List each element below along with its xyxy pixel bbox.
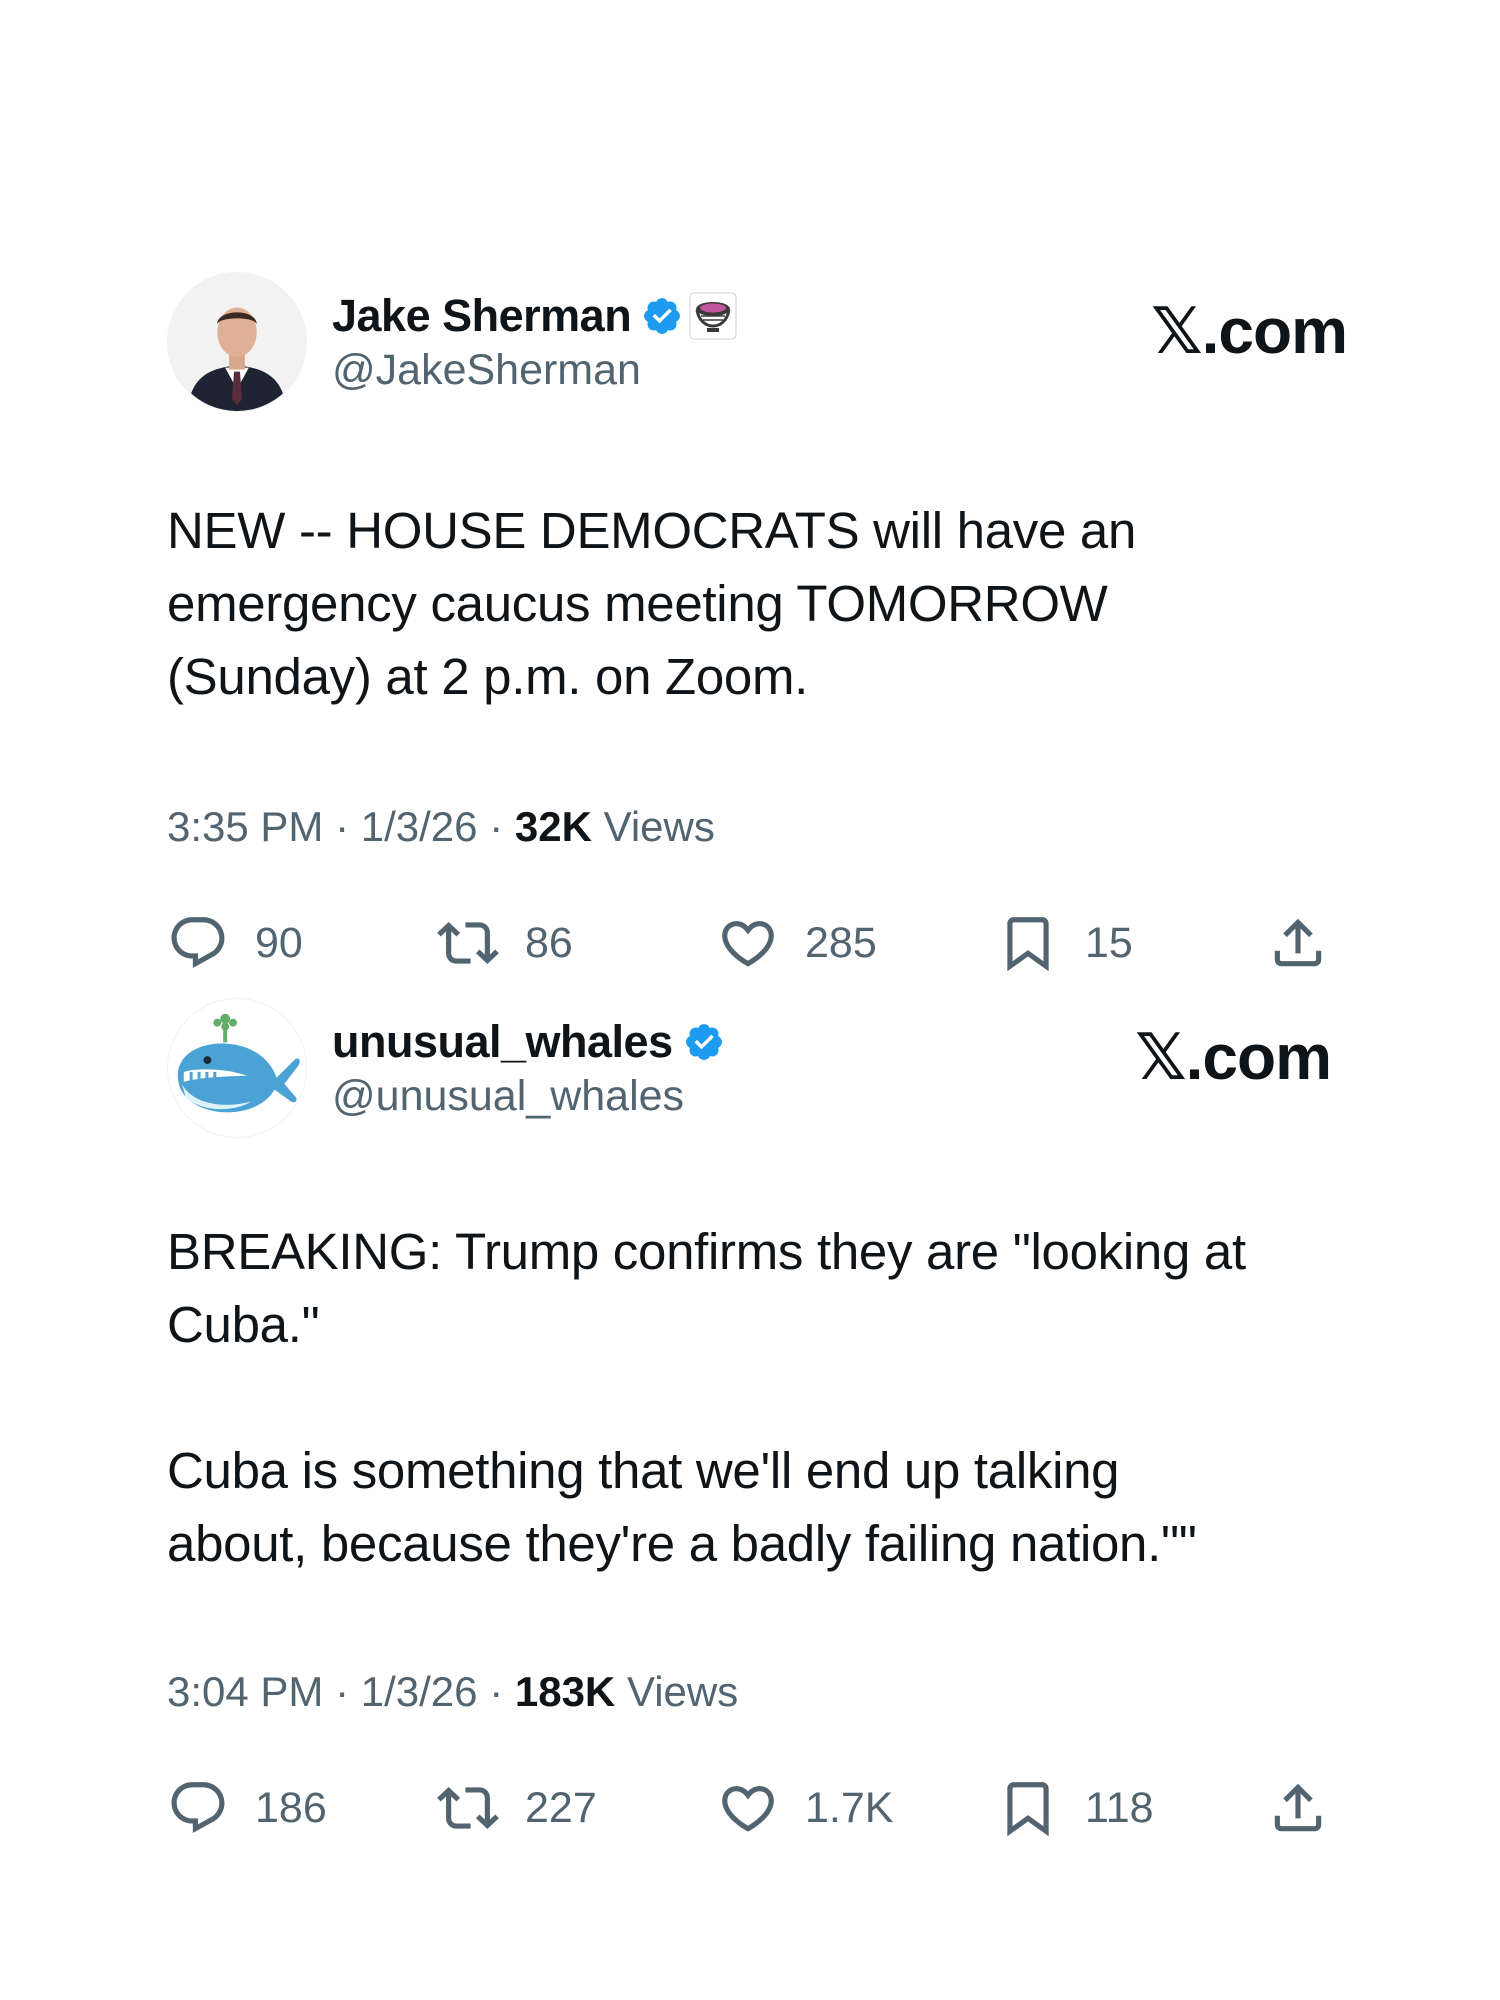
bookmark-button[interactable]: 15 bbox=[997, 903, 1133, 983]
tweet-time[interactable]: 3:04 PM bbox=[167, 1668, 323, 1715]
bookmark-count: 15 bbox=[1085, 918, 1133, 967]
x-com-label: 𝕏.com bbox=[1135, 1021, 1332, 1093]
tweet-header: Jake Sherman @JakeSherman 𝕏.com bbox=[167, 272, 1348, 414]
x-com-label: 𝕏.com bbox=[1151, 295, 1348, 367]
verified-badge-icon bbox=[641, 295, 683, 337]
avatar[interactable] bbox=[167, 272, 307, 412]
like-icon bbox=[717, 1777, 779, 1839]
share-icon bbox=[1267, 912, 1329, 974]
handle[interactable]: @unusual_whales bbox=[332, 1072, 725, 1121]
action-bar: 186 227 1.7K 118 bbox=[167, 1768, 1347, 1848]
share-button[interactable] bbox=[1267, 1768, 1329, 1848]
like-button[interactable]: 1.7K bbox=[717, 1768, 893, 1848]
bookmark-icon bbox=[997, 912, 1059, 974]
tweet-meta: 3:35 PM · 1/3/26 · 32K Views bbox=[167, 803, 715, 850]
reply-button[interactable]: 186 bbox=[167, 1768, 327, 1848]
name-row: Jake Sherman bbox=[332, 288, 737, 344]
retweet-button[interactable]: 227 bbox=[437, 1768, 597, 1848]
action-bar: 90 86 285 15 bbox=[167, 903, 1347, 983]
like-button[interactable]: 285 bbox=[717, 903, 877, 983]
name-row: unusual_whales bbox=[332, 1014, 725, 1070]
tweet-date[interactable]: 1/3/26 bbox=[361, 1668, 478, 1715]
tweet-date[interactable]: 1/3/26 bbox=[361, 803, 478, 850]
like-count: 285 bbox=[805, 918, 877, 967]
views-count: 183K bbox=[514, 1668, 616, 1715]
like-icon bbox=[717, 912, 779, 974]
retweet-count: 86 bbox=[525, 918, 573, 967]
retweet-icon bbox=[437, 1777, 499, 1839]
avatar[interactable] bbox=[167, 998, 307, 1138]
bookmark-button[interactable]: 118 bbox=[997, 1768, 1154, 1848]
share-button[interactable] bbox=[1267, 903, 1329, 983]
reply-button[interactable]: 90 bbox=[167, 903, 303, 983]
tweet-meta: 3:04 PM · 1/3/26 · 183K Views bbox=[167, 1668, 739, 1715]
like-count: 1.7K bbox=[805, 1783, 894, 1832]
retweet-count: 227 bbox=[525, 1783, 597, 1832]
share-icon bbox=[1267, 1777, 1329, 1839]
handle[interactable]: @JakeSherman bbox=[332, 346, 737, 395]
x-com-brand: 𝕏.com bbox=[1135, 1020, 1332, 1095]
author-block: unusual_whales @unusual_whales bbox=[332, 1014, 725, 1121]
reply-count: 90 bbox=[255, 918, 303, 967]
tweet-card: Jake Sherman @JakeSherman 𝕏.com NEW -- H… bbox=[167, 272, 1348, 983]
verified-badge-icon bbox=[683, 1021, 725, 1063]
punchbowl-logo-icon bbox=[689, 292, 737, 340]
tweet-header: unusual_whales @unusual_whales 𝕏.com bbox=[167, 998, 1347, 1140]
bookmark-count: 118 bbox=[1085, 1783, 1154, 1832]
tweet-text: BREAKING: Trump confirms they are "looki… bbox=[167, 1223, 1246, 1572]
author-block: Jake Sherman @JakeSherman bbox=[332, 288, 737, 395]
reply-count: 186 bbox=[255, 1783, 327, 1832]
reply-icon bbox=[167, 1777, 229, 1839]
retweet-icon bbox=[437, 912, 499, 974]
views-count: 32K bbox=[514, 803, 592, 850]
bookmark-icon bbox=[997, 1777, 1059, 1839]
views-label: Views bbox=[603, 803, 715, 850]
tweet-time[interactable]: 3:35 PM bbox=[167, 803, 323, 850]
display-name[interactable]: unusual_whales bbox=[332, 1016, 673, 1068]
retweet-button[interactable]: 86 bbox=[437, 903, 573, 983]
views-label: Views bbox=[626, 1668, 739, 1715]
x-com-brand: 𝕏.com bbox=[1151, 294, 1348, 369]
tweet-card: unusual_whales @unusual_whales 𝕏.com BRE… bbox=[167, 998, 1347, 1848]
display-name[interactable]: Jake Sherman bbox=[332, 290, 632, 342]
tweet-text: NEW -- HOUSE DEMOCRATS will have an emer… bbox=[167, 502, 1137, 705]
reply-icon bbox=[167, 912, 229, 974]
